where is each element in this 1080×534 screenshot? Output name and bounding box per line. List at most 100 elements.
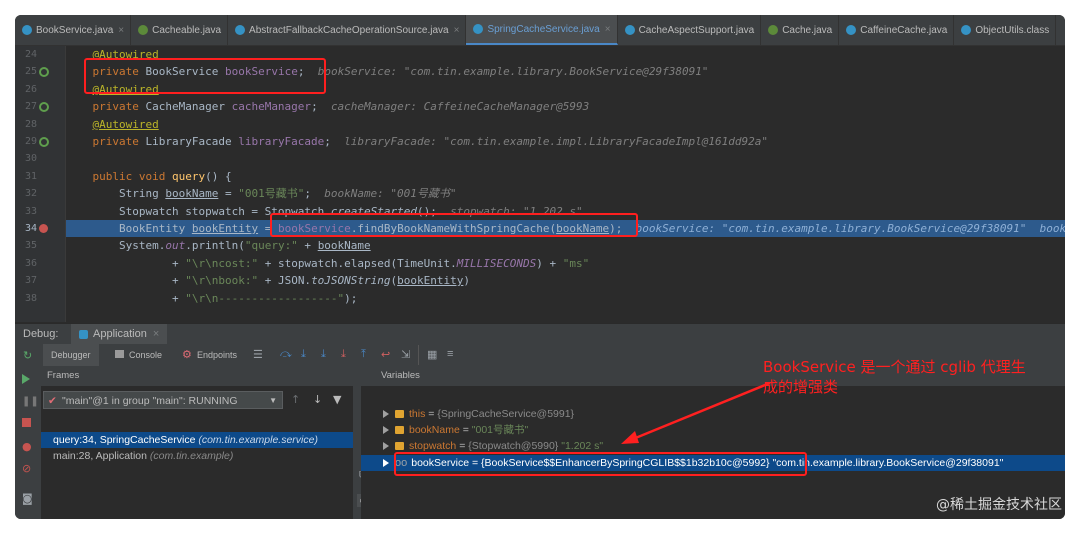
highlight-box-field	[84, 58, 326, 94]
code-line: private CacheManager cacheManager; cache…	[92, 100, 590, 114]
frames-panel: Frames ✔ "main"@1 in group "main": RUNNI…	[41, 366, 373, 519]
close-icon[interactable]: ×	[153, 328, 159, 340]
line-number: 36	[24, 257, 37, 269]
tab-debugger[interactable]: Debugger	[43, 344, 99, 368]
line-number: 31	[24, 170, 37, 182]
code-line: @Autowired	[92, 117, 159, 131]
variable-row[interactable]: bookName = "001号藏书"	[361, 422, 1065, 438]
force-step-into-icon[interactable]: ⤓	[341, 348, 346, 361]
show-execution-point-icon[interactable]: ⤼	[280, 348, 292, 361]
expand-icon[interactable]	[383, 442, 389, 451]
close-icon[interactable]: ×	[118, 25, 124, 36]
highlight-box-call	[270, 213, 638, 237]
field-icon	[395, 426, 404, 435]
line-number: 29	[24, 136, 37, 147]
line-number: 34	[24, 223, 37, 234]
bean-icon[interactable]	[39, 67, 49, 77]
tab-abstract-fallback[interactable]: AbstractFallbackCacheOperationSource.jav…	[228, 15, 467, 45]
line-number: 38	[24, 292, 37, 304]
toolbar-divider	[418, 345, 419, 365]
tab-bookservice[interactable]: BookService.java ×	[15, 15, 132, 45]
menu-icon[interactable]: ☰	[253, 348, 263, 361]
line-gutter: 24 25 26 27 28 29 30 31 32 33 34 35 36 3…	[15, 46, 66, 322]
app-icon	[79, 329, 88, 339]
view-breakpoints-icon[interactable]: ●	[22, 440, 32, 453]
interface-icon	[768, 25, 779, 35]
tab-cacheaspectsupport[interactable]: CacheAspectSupport.java	[618, 15, 762, 45]
code-line: + "\r\n------------------");	[171, 291, 358, 305]
code-line: private LibraryFacade libraryFacade; lib…	[92, 135, 769, 148]
tab-console[interactable]: Console	[129, 344, 162, 366]
expand-icon[interactable]	[383, 426, 389, 435]
frame-item[interactable]: query:34, SpringCacheService (com.tin.ex…	[41, 432, 373, 448]
code-line: String bookName = "001号藏书"; bookName: "0…	[118, 187, 457, 201]
tab-objectutils[interactable]: ObjectUtils.class	[954, 15, 1057, 45]
rerun-icon[interactable]: ↻	[23, 349, 32, 362]
class-icon	[846, 25, 857, 35]
class-icon	[961, 25, 972, 35]
step-over-icon[interactable]: ⤓	[301, 348, 306, 361]
bean-icon[interactable]	[39, 102, 49, 112]
step-into-icon[interactable]: ⤓	[321, 348, 326, 361]
trace-icon[interactable]: ≡	[447, 348, 453, 360]
field-icon	[395, 442, 404, 451]
bean-icon[interactable]	[39, 137, 49, 147]
code-line: public void query() {	[92, 169, 232, 183]
step-out-icon[interactable]: ⤒	[361, 348, 366, 361]
arrow-down-icon[interactable]: ↓	[313, 393, 322, 406]
annotation-callout: BookService 是一个通过 cglib 代理生成的增强类	[763, 358, 1026, 396]
tab-caffeinecache[interactable]: CaffeineCache.java	[839, 15, 955, 45]
run-to-cursor-icon[interactable]: ⇲	[401, 348, 410, 361]
thread-selector[interactable]: ✔ "main"@1 in group "main": RUNNING ▼	[43, 391, 283, 409]
line-number: 28	[24, 118, 37, 130]
class-icon	[624, 25, 635, 35]
filter-icon[interactable]: ▼	[333, 393, 341, 406]
close-icon[interactable]: ×	[454, 25, 460, 36]
debug-title-bar: Debug: Application ×	[15, 323, 1065, 346]
close-icon[interactable]: ×	[605, 24, 611, 35]
class-icon	[22, 25, 32, 35]
line-number: 27	[24, 101, 37, 113]
camera-icon[interactable]: ◙	[22, 492, 33, 505]
pause-icon[interactable]: ❚❚	[22, 396, 39, 407]
line-number: 30	[24, 153, 37, 165]
line-number: 25	[24, 66, 37, 78]
drop-frame-icon[interactable]: ↩	[381, 348, 390, 361]
class-icon	[473, 24, 484, 34]
tab-springcacheservice[interactable]: SpringCacheService.java ×	[466, 15, 618, 45]
tab-cache[interactable]: Cache.java	[761, 15, 840, 45]
variable-row[interactable]: this = {SpringCacheService@5991}	[361, 406, 1065, 422]
ide-window: BookService.java × Cacheable.java Abstrac…	[15, 15, 1065, 519]
code-line: + "\r\ncost:" + stopwatch.elapsed(TimeUn…	[171, 256, 590, 270]
line-number: 37	[24, 275, 37, 287]
frame-item[interactable]: main:28, Application (com.tin.example)	[41, 448, 373, 464]
frames-header: Frames	[41, 366, 361, 386]
debug-side-toolbar: ❚❚ ● ⊘ ◙	[15, 366, 42, 519]
code-line: + "\r\nbook:" + JSON.toJSONString(bookEn…	[171, 274, 471, 288]
expand-icon[interactable]	[383, 410, 389, 419]
line-number: 33	[24, 205, 37, 217]
checkmark-icon: ✔	[48, 395, 57, 407]
evaluate-expression-icon[interactable]: ▦	[427, 348, 437, 361]
code-editor[interactable]: 24 25 26 27 28 29 30 31 32 33 34 35 36 3…	[15, 46, 1065, 322]
arrow-up-icon[interactable]: ↑	[291, 393, 300, 406]
class-icon	[235, 25, 246, 35]
breakpoint-icon[interactable]	[39, 224, 48, 233]
tab-cacheable[interactable]: Cacheable.java	[131, 15, 229, 45]
chevron-down-icon: ▼	[269, 396, 277, 405]
resume-icon[interactable]	[22, 374, 30, 384]
expand-icon[interactable]	[383, 459, 389, 468]
tab-endpoints[interactable]: Endpoints	[197, 344, 237, 366]
code-line: System.out.println("query:" + bookName	[118, 239, 371, 253]
editor-tab-bar: BookService.java × Cacheable.java Abstrac…	[15, 15, 1065, 46]
line-number: 35	[24, 240, 37, 252]
watermark: @稀土掘金技术社区	[936, 497, 1062, 513]
mute-breakpoints-icon[interactable]: ⊘	[22, 462, 31, 475]
line-number: 24	[24, 49, 37, 60]
debug-session-tab[interactable]: Application ×	[71, 324, 168, 346]
highlight-box-variable	[394, 452, 807, 476]
field-icon	[395, 410, 404, 419]
line-number: 26	[24, 83, 37, 95]
stop-icon[interactable]	[22, 418, 31, 427]
